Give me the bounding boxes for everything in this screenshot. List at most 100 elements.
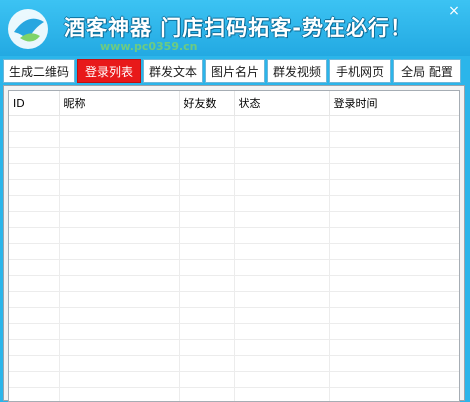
table-cell [329,276,459,292]
table-cell [179,196,234,212]
title-bar: 酒客神器 门店扫码拓客-势在必行！ www.pc0359.cn × [0,0,470,56]
table-cell [179,116,234,132]
table-cell [179,388,234,402]
table-cell [9,148,59,164]
column-header-nickname[interactable]: 昵称 [59,91,179,116]
table-cell [329,340,459,356]
table-cell [234,340,329,356]
table-cell [179,148,234,164]
table-cell [9,324,59,340]
table-row [9,148,459,164]
table-cell [59,116,179,132]
column-header-status[interactable]: 状态 [234,91,329,116]
tab-mass-text[interactable]: 群发文本 [143,59,203,83]
tab-image-card[interactable]: 图片名片 [205,59,265,83]
table-cell [234,116,329,132]
table-cell [234,148,329,164]
tab-content-panel: ID 昵称 好友数 状态 登录时间 [3,85,465,401]
table-cell [234,308,329,324]
table-cell [234,324,329,340]
table-cell [59,260,179,276]
table-cell [179,164,234,180]
table-cell [9,308,59,324]
table-cell [234,132,329,148]
table-cell [59,388,179,402]
table-cell [59,212,179,228]
table-cell [329,388,459,402]
login-list-grid[interactable]: ID 昵称 好友数 状态 登录时间 [8,90,460,402]
table-cell [234,180,329,196]
table-row [9,356,459,372]
table-cell [179,260,234,276]
app-logo-icon [4,6,52,52]
column-header-friend-count[interactable]: 好友数 [179,91,234,116]
table-cell [59,244,179,260]
table-cell [9,276,59,292]
table-cell [329,180,459,196]
table-cell [9,372,59,388]
table-cell [179,180,234,196]
table-cell [9,212,59,228]
table-cell [9,180,59,196]
table-cell [179,324,234,340]
table-cell [59,164,179,180]
table-cell [234,292,329,308]
tab-mass-video[interactable]: 群发视频 [267,59,327,83]
table-cell [9,340,59,356]
table-cell [179,276,234,292]
table-cell [329,292,459,308]
table-cell [234,276,329,292]
table-cell [234,164,329,180]
table-row [9,324,459,340]
column-header-login-time[interactable]: 登录时间 [329,91,459,116]
table-cell [179,372,234,388]
table-cell [329,132,459,148]
table-cell [9,260,59,276]
table-cell [179,212,234,228]
table-cell [329,148,459,164]
table-cell [329,228,459,244]
column-header-id[interactable]: ID [9,91,59,116]
table-cell [329,372,459,388]
table-cell [329,356,459,372]
table-row [9,180,459,196]
table-row [9,388,459,402]
table-cell [179,244,234,260]
tab-bar: 生成二维码 登录列表 群发文本 图片名片 群发视频 手机网页 全局 配置 [0,59,470,85]
table-row [9,260,459,276]
table-cell [9,132,59,148]
tab-login-list[interactable]: 登录列表 [77,59,141,83]
table-cell [59,148,179,164]
table-cell [329,324,459,340]
table-row [9,372,459,388]
table-cell [234,196,329,212]
table-row [9,196,459,212]
table-cell [234,244,329,260]
table-cell [59,356,179,372]
table-cell [59,324,179,340]
table-row [9,308,459,324]
table-cell [9,356,59,372]
table-cell [59,228,179,244]
table-cell [179,356,234,372]
table-cell [179,132,234,148]
table-cell [329,244,459,260]
table-row [9,116,459,132]
table-cell [9,116,59,132]
table-cell [329,164,459,180]
tab-mobile-web[interactable]: 手机网页 [329,59,391,83]
close-icon[interactable]: × [444,2,464,20]
table-row [9,340,459,356]
table-cell [59,180,179,196]
table-cell [234,356,329,372]
login-table: ID 昵称 好友数 状态 登录时间 [9,91,460,402]
table-row [9,292,459,308]
table-cell [59,308,179,324]
table-cell [59,340,179,356]
tab-generate-qrcode[interactable]: 生成二维码 [3,59,75,83]
table-cell [329,308,459,324]
table-row [9,244,459,260]
table-cell [234,372,329,388]
table-cell [59,372,179,388]
tab-global-config[interactable]: 全局 配置 [393,59,461,83]
